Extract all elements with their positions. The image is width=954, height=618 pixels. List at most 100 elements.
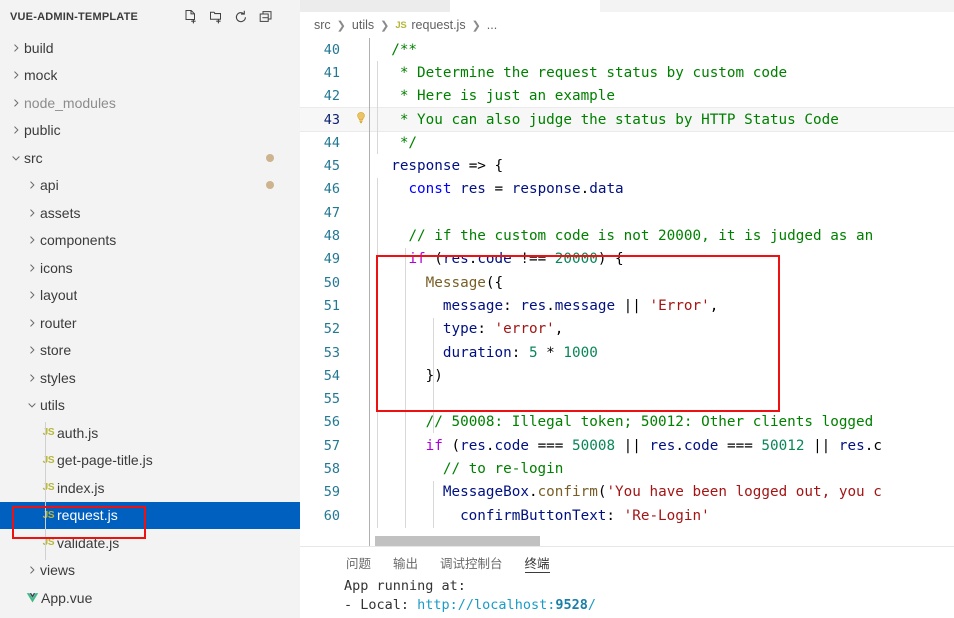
chevron-right-icon[interactable] <box>24 287 40 303</box>
js-file-icon: JS <box>42 509 55 521</box>
panel-tabs[interactable]: 问题 输出 调试控制台 终端 <box>300 547 954 577</box>
code-token: * Here is just an example <box>374 88 616 105</box>
tree-item-label: utils <box>40 397 65 414</box>
chevron-right-icon[interactable] <box>8 40 24 56</box>
new-file-icon[interactable] <box>183 9 199 25</box>
lightbulb-icon[interactable] <box>354 111 368 129</box>
tree-item-utils[interactable]: utils <box>0 392 300 420</box>
code-line[interactable]: 59 MessageBox.confirm('You have been log… <box>300 481 954 504</box>
code-token: res <box>460 181 486 198</box>
code-line[interactable]: 47 <box>300 201 954 224</box>
vscode-window: VUE-ADMIN-TEMPLATE build mock node_modul… <box>0 0 954 618</box>
refresh-icon[interactable] <box>233 9 249 25</box>
terminal-line-2: - Local: http://localhost:9528/ <box>344 596 954 615</box>
code-line[interactable]: 52 type: 'error', <box>300 318 954 341</box>
code-line[interactable]: 45 response => { <box>300 154 954 177</box>
code-line[interactable]: 58 // to re-login <box>300 457 954 480</box>
code-token: message <box>554 297 616 314</box>
chevron-right-icon[interactable] <box>24 342 40 358</box>
chevron-right-icon[interactable] <box>24 177 40 193</box>
tree-item-store[interactable]: store <box>0 337 300 365</box>
breadcrumb-item-src[interactable]: src <box>314 18 331 32</box>
code-line[interactable]: 55 <box>300 387 954 410</box>
code-line[interactable]: 40 /** <box>300 38 954 61</box>
chevron-right-icon[interactable] <box>8 122 24 138</box>
line-number: 56 <box>323 414 340 431</box>
code-text: /** <box>374 42 954 58</box>
code-line[interactable]: 46 const res = response.data <box>300 178 954 201</box>
panel-tab[interactable]: 输出 <box>393 547 418 577</box>
tree-item-layout[interactable]: layout <box>0 282 300 310</box>
breadcrumb-item-symbol[interactable]: ... <box>487 18 497 32</box>
chevron-right-icon[interactable] <box>24 205 40 221</box>
code-token: 20000 <box>554 251 598 268</box>
code-editor[interactable]: 40 /** 41 * Determine the request status … <box>300 38 954 546</box>
code-token: . <box>675 437 684 454</box>
chevron-right-icon[interactable] <box>24 370 40 386</box>
terminal-url-tail[interactable]: / <box>588 597 596 613</box>
terminal-url[interactable]: http://localhost: <box>417 597 555 613</box>
code-token: Message <box>425 274 486 291</box>
code-line[interactable]: 54 }) <box>300 364 954 387</box>
code-lines[interactable]: 40 /** 41 * Determine the request status … <box>300 38 954 546</box>
editor-horizontal-scrollbar[interactable] <box>375 536 540 546</box>
tree-item-src[interactable]: src <box>0 144 300 172</box>
code-line[interactable]: 42 * Here is just an example <box>300 85 954 108</box>
code-line[interactable]: 50 Message({ <box>300 271 954 294</box>
chevron-right-icon[interactable] <box>24 315 40 331</box>
tree-item-app-vue[interactable]: App.vue <box>0 584 300 612</box>
breadcrumb-separator: ❯ <box>336 19 346 32</box>
code-line[interactable]: 49 if (res.code !== 20000) { <box>300 248 954 271</box>
new-folder-icon[interactable] <box>208 9 224 25</box>
panel-tab[interactable]: 调试控制台 <box>440 547 503 577</box>
code-token: * <box>537 344 564 361</box>
chevron-down-icon[interactable] <box>8 150 24 166</box>
chevron-right-icon[interactable] <box>24 260 40 276</box>
chevron-right-icon[interactable] <box>8 95 24 111</box>
code-line[interactable]: 48 // if the custom code is not 20000, i… <box>300 224 954 247</box>
code-line[interactable]: 57 if (res.code === 50008 || res.code ==… <box>300 434 954 457</box>
code-text: type: 'error', <box>374 321 954 337</box>
code-line[interactable]: 60 confirmButtonText: 'Re-Login' <box>300 504 954 527</box>
code-line[interactable]: 51 message: res.message || 'Error', <box>300 294 954 317</box>
tree-item-icons[interactable]: icons <box>0 254 300 282</box>
chevron-right-icon[interactable] <box>24 562 40 578</box>
tree-item-mock[interactable]: mock <box>0 62 300 90</box>
code-line[interactable]: 53 duration: 5 * 1000 <box>300 341 954 364</box>
editor-tab-inactive[interactable] <box>300 0 450 12</box>
panel-tab[interactable]: 终端 <box>524 547 550 577</box>
breadcrumb[interactable]: src ❯ utils ❯ JS request.js ❯ ... <box>300 12 954 38</box>
tree-item-node-modules[interactable]: node_modules <box>0 89 300 117</box>
editor-tab-active[interactable] <box>450 0 600 12</box>
tree-item-public[interactable]: public <box>0 117 300 145</box>
breadcrumb-item-utils[interactable]: utils <box>352 18 374 32</box>
tree-item-components[interactable]: components <box>0 227 300 255</box>
chevron-right-icon[interactable] <box>24 232 40 248</box>
code-text: MessageBox.confirm('You have been logged… <box>374 484 954 500</box>
tree-item-label: validate.js <box>57 534 120 551</box>
chevron-right-icon[interactable] <box>8 67 24 83</box>
breadcrumb-item-file[interactable]: request.js <box>411 18 465 32</box>
chevron-down-icon[interactable] <box>24 397 40 413</box>
tree-item-router[interactable]: router <box>0 309 300 337</box>
code-line[interactable]: 41 * Determine the request status by cus… <box>300 61 954 84</box>
panel-tab[interactable]: 问题 <box>346 547 371 577</box>
code-line[interactable]: 44 */ <box>300 131 954 154</box>
tree-item-views[interactable]: views <box>0 557 300 585</box>
js-file-icon: JS <box>42 454 55 466</box>
editor-tabbar[interactable] <box>300 0 954 12</box>
code-token: res <box>838 437 865 454</box>
tree-item-build[interactable]: build <box>0 34 300 62</box>
terminal-port[interactable]: 9528 <box>555 597 588 613</box>
tree-item-styles[interactable]: styles <box>0 364 300 392</box>
code-token: confirm <box>537 484 598 501</box>
code-token: res <box>442 251 469 268</box>
code-line[interactable]: 43 * You can also judge the status by HT… <box>300 107 954 132</box>
tree-item-api[interactable]: api <box>0 172 300 200</box>
code-line[interactable]: 56 // 50008: Illegal token; 50012: Other… <box>300 411 954 434</box>
tree-item-assets[interactable]: assets <box>0 199 300 227</box>
collapse-all-icon[interactable] <box>258 9 274 25</box>
code-text: duration: 5 * 1000 <box>374 345 954 361</box>
